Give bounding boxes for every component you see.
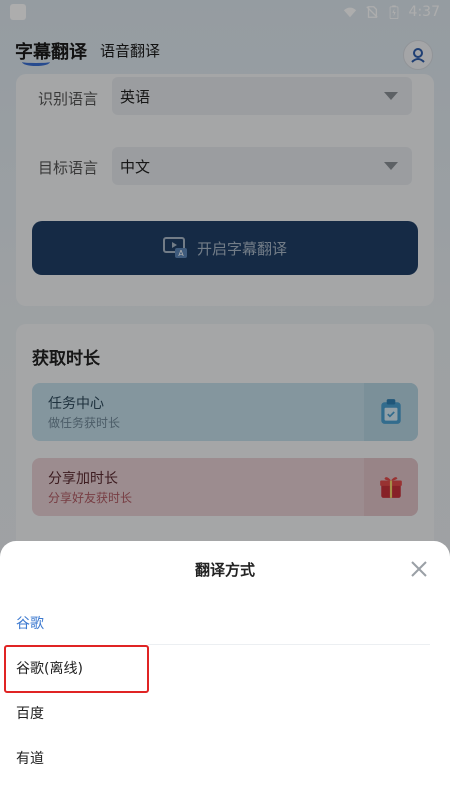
- translate-method-sheet: 翻译方式 谷歌 谷歌(离线) 百度 有道: [0, 541, 450, 800]
- close-button[interactable]: [406, 556, 432, 582]
- option-google[interactable]: 谷歌: [16, 613, 44, 633]
- close-icon: [411, 561, 427, 577]
- highlight-box: [4, 645, 149, 693]
- option-baidu[interactable]: 百度: [16, 703, 44, 723]
- option-youdao[interactable]: 有道: [16, 748, 44, 768]
- divider: [148, 644, 430, 645]
- sheet-title: 翻译方式: [194, 561, 255, 579]
